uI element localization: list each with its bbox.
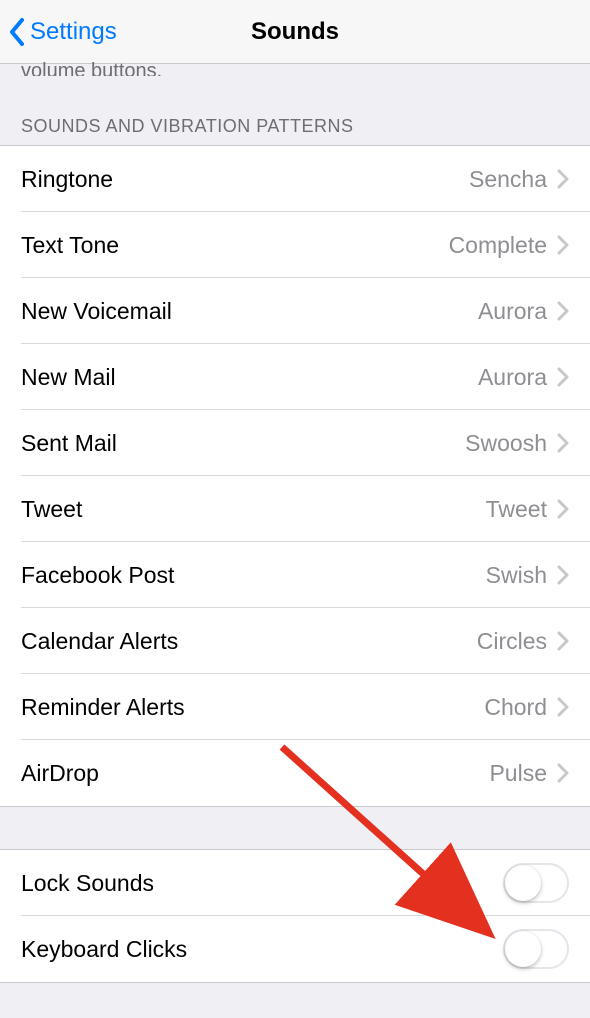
sounds-list: Ringtone Sencha Text Tone Complete New V…: [0, 145, 590, 807]
chevron-right-icon: [557, 763, 569, 783]
chevron-right-icon: [557, 499, 569, 519]
section-spacer: [0, 807, 590, 849]
row-calendar-alerts[interactable]: Calendar Alerts Circles: [0, 608, 590, 674]
row-facebook-post[interactable]: Facebook Post Swish: [0, 542, 590, 608]
row-reminder-alerts[interactable]: Reminder Alerts Chord: [0, 674, 590, 740]
row-value: Swoosh: [465, 430, 547, 457]
row-airdrop[interactable]: AirDrop Pulse: [0, 740, 590, 806]
row-value: Circles: [477, 628, 547, 655]
row-label: Sent Mail: [21, 430, 465, 457]
section-header-sounds-patterns: SOUNDS AND VIBRATION PATTERNS: [0, 90, 590, 145]
row-ringtone[interactable]: Ringtone Sencha: [0, 146, 590, 212]
row-label: New Voicemail: [21, 298, 478, 325]
chevron-right-icon: [557, 169, 569, 189]
row-label: Reminder Alerts: [21, 694, 484, 721]
back-label: Settings: [30, 18, 117, 46]
row-value: Swish: [486, 562, 547, 589]
chevron-right-icon: [557, 301, 569, 321]
toggle-keyboard-clicks[interactable]: [503, 929, 569, 969]
row-sent-mail[interactable]: Sent Mail Swoosh: [0, 410, 590, 476]
row-value: Chord: [484, 694, 547, 721]
row-label: Keyboard Clicks: [21, 936, 503, 963]
row-label: AirDrop: [21, 760, 489, 787]
row-value: Aurora: [478, 298, 547, 325]
row-value: Aurora: [478, 364, 547, 391]
row-label: Tweet: [21, 496, 486, 523]
chevron-left-icon: [8, 17, 26, 47]
toggle-lock-sounds[interactable]: [503, 863, 569, 903]
row-tweet[interactable]: Tweet Tweet: [0, 476, 590, 542]
row-label: Facebook Post: [21, 562, 486, 589]
row-new-voicemail[interactable]: New Voicemail Aurora: [0, 278, 590, 344]
row-label: Text Tone: [21, 232, 449, 259]
chevron-right-icon: [557, 631, 569, 651]
page-title: Sounds: [251, 18, 339, 46]
row-label: Lock Sounds: [21, 870, 503, 897]
chevron-right-icon: [557, 367, 569, 387]
previous-section-footer: volume buttons.: [0, 50, 590, 76]
toggle-knob: [505, 865, 541, 901]
row-text-tone[interactable]: Text Tone Complete: [0, 212, 590, 278]
toggles-list: Lock Sounds Keyboard Clicks: [0, 849, 590, 983]
toggle-knob: [505, 931, 541, 967]
row-value: Tweet: [486, 496, 547, 523]
chevron-right-icon: [557, 433, 569, 453]
row-value: Complete: [449, 232, 547, 259]
chevron-right-icon: [557, 235, 569, 255]
row-label: Ringtone: [21, 166, 469, 193]
row-value: Pulse: [489, 760, 547, 787]
chevron-right-icon: [557, 697, 569, 717]
row-value: Sencha: [469, 166, 547, 193]
row-label: Calendar Alerts: [21, 628, 477, 655]
row-lock-sounds: Lock Sounds: [0, 850, 590, 916]
back-button[interactable]: Settings: [8, 17, 117, 47]
row-label: New Mail: [21, 364, 478, 391]
row-new-mail[interactable]: New Mail Aurora: [0, 344, 590, 410]
chevron-right-icon: [557, 565, 569, 585]
row-keyboard-clicks: Keyboard Clicks: [0, 916, 590, 982]
